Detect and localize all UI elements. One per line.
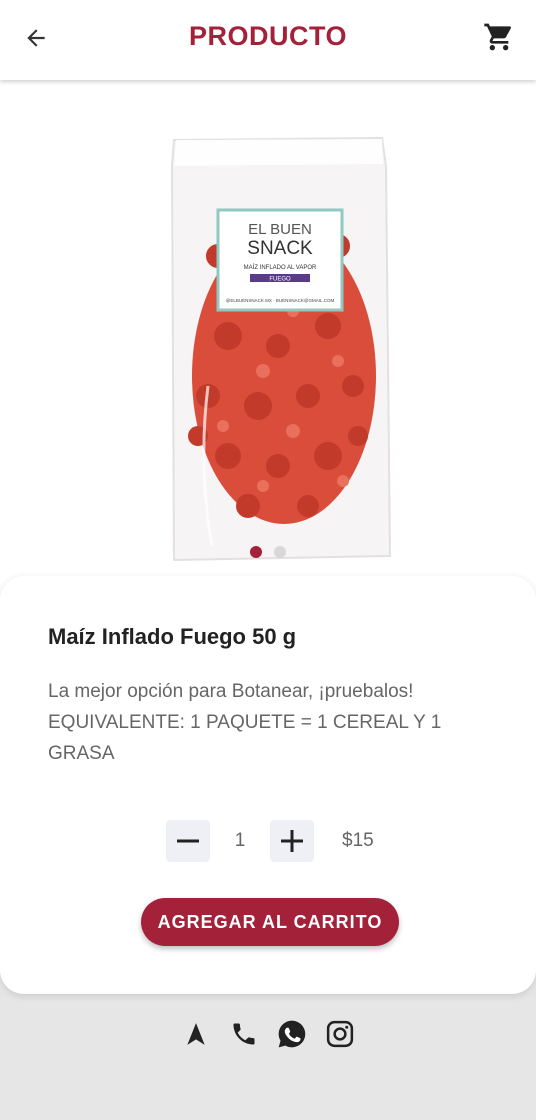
add-to-cart-button[interactable]: AGREGAR AL CARRITO — [141, 898, 399, 946]
svg-text:EL BUEN: EL BUEN — [248, 221, 312, 238]
contact-links — [0, 1018, 536, 1050]
product-description: La mejor opción para Botanear, ¡pruebalo… — [48, 681, 442, 764]
product-price: $15 — [342, 830, 374, 851]
svg-text:SNACK: SNACK — [247, 238, 313, 259]
phone-button[interactable] — [228, 1018, 260, 1050]
carousel-dot-1[interactable] — [250, 546, 262, 558]
increment-button[interactable] — [270, 820, 314, 862]
product-name: Maíz Inflado Fuego 50 g — [48, 624, 297, 649]
navigation-icon — [187, 1023, 205, 1045]
instagram-icon — [326, 1020, 354, 1048]
phone-icon — [233, 1023, 255, 1045]
instagram-button[interactable] — [324, 1018, 356, 1050]
whatsapp-icon — [278, 1020, 306, 1048]
product-detail-card: Maíz Inflado Fuego 50 g La mejor opción … — [0, 576, 536, 994]
shopping-cart-icon — [484, 23, 512, 51]
decrement-button[interactable] — [166, 820, 210, 862]
plus-icon — [281, 830, 303, 852]
navigation-button[interactable] — [180, 1018, 212, 1050]
carousel-indicator — [0, 546, 536, 558]
product-image: EL BUEN SNACK MAÍZ INFLADO AL VAPOR FUEG… — [170, 136, 392, 562]
cart-button[interactable] — [482, 20, 516, 54]
quantity-value: 1 — [234, 830, 246, 851]
page-title: PRODUCTO — [188, 21, 347, 51]
svg-text:MAÍZ INFLADO AL VAPOR: MAÍZ INFLADO AL VAPOR — [244, 264, 317, 271]
carousel-dot-2[interactable] — [274, 546, 286, 558]
whatsapp-button[interactable] — [276, 1018, 308, 1050]
svg-text:FUEGO: FUEGO — [269, 277, 291, 283]
app-bar: PRODUCTO — [0, 0, 536, 80]
product-image-carousel[interactable]: EL BUEN SNACK MAÍZ INFLADO AL VAPOR FUEG… — [0, 80, 536, 600]
svg-text:@ELBUENSNACK.MX · BUENSNACK@GM: @ELBUENSNACK.MX · BUENSNACK@GMAIL.COM — [226, 298, 335, 303]
quantity-stepper: 1 $15 — [166, 820, 374, 862]
minus-icon — [177, 839, 199, 843]
